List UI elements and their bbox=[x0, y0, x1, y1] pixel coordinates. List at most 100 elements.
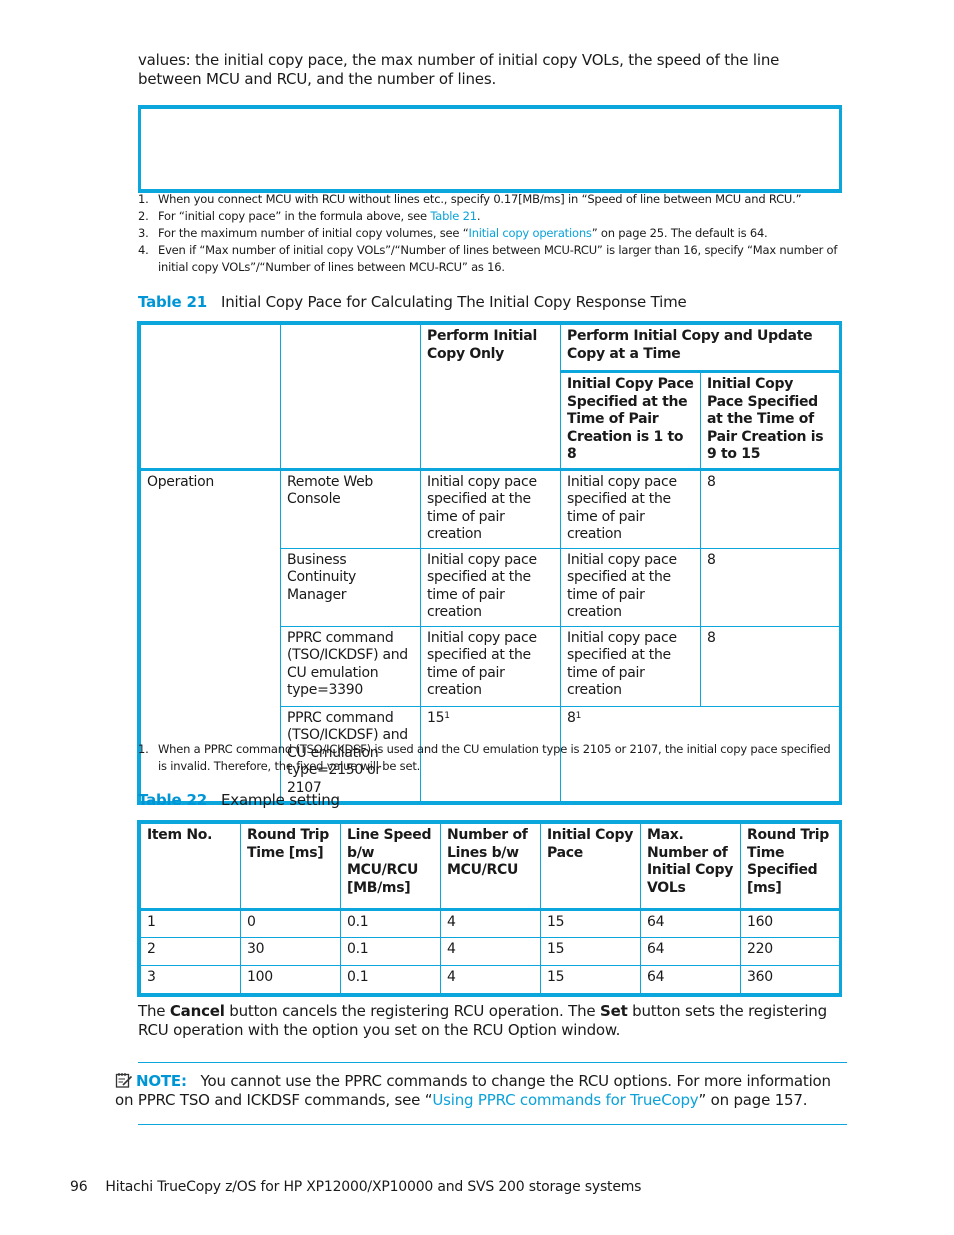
table-row: 3 100 0.1 4 15 64 360 bbox=[140, 965, 840, 994]
table-21-caption: Table 21 Initial Copy Pace for Calculatin… bbox=[138, 293, 687, 312]
footnote-ref: 1 bbox=[575, 710, 582, 721]
col-header-line-speed: Line Speed b/w MCU/RCU [MB/ms] bbox=[340, 823, 441, 911]
note-pad-icon bbox=[115, 1072, 133, 1088]
table-21-title: Initial Copy Pace for Calculating The In… bbox=[220, 293, 687, 311]
set-term: Set bbox=[600, 1002, 628, 1020]
table-row: 1 0 0.1 4 15 64 160 bbox=[140, 909, 840, 938]
intro-paragraph: values: the initial copy pace, the max n… bbox=[138, 51, 780, 88]
text-part: button cancels the registering RCU opera… bbox=[224, 1002, 600, 1020]
footnote-text-part: For “initial copy pace” in the formula a… bbox=[158, 209, 431, 223]
footnote-number: 3. bbox=[138, 226, 149, 240]
cell-method: PPRC command (TSO/ICKDSF) and CU emulati… bbox=[280, 625, 421, 707]
note-label: NOTE: bbox=[136, 1072, 187, 1090]
cell: 15 bbox=[540, 909, 641, 938]
footnote-text: When you connect MCU with RCU without li… bbox=[158, 192, 802, 206]
footnote-number: 1. bbox=[138, 192, 149, 206]
table-21-link[interactable]: Table 21 bbox=[430, 209, 477, 223]
initial-copy-operations-link[interactable]: Initial copy operations bbox=[469, 226, 592, 240]
cancel-term: Cancel bbox=[169, 1002, 225, 1020]
cell-pace-9-15: 8 bbox=[699, 468, 841, 549]
footnote-number: 4. bbox=[138, 243, 149, 257]
cell-initial-only: Initial copy pace specified at the time … bbox=[420, 547, 561, 627]
using-pprc-commands-link[interactable]: Using PPRC commands for TrueCopy bbox=[432, 1091, 698, 1109]
footnote-number: 2. bbox=[138, 209, 149, 223]
table-22-caption: Table 22 Example setting bbox=[138, 791, 340, 810]
table-row: 2 30 0.1 4 15 64 220 bbox=[140, 937, 840, 966]
cell: 30 bbox=[240, 937, 341, 966]
cell: 0.1 bbox=[340, 909, 441, 938]
footnote-item: 2. For “initial copy pace” in the formul… bbox=[138, 208, 838, 225]
footnote-text: For “initial copy pace” in the formula a… bbox=[158, 208, 838, 225]
cell-pace-1-8: Initial copy pace specified at the time … bbox=[560, 625, 701, 707]
cell: 4 bbox=[440, 909, 541, 938]
col-header-item-no: Item No. bbox=[140, 823, 241, 911]
footnote-text: Even if “Max number of initial copy VOLs… bbox=[158, 243, 838, 274]
cell: 0 bbox=[240, 909, 341, 938]
cell: 64 bbox=[640, 965, 741, 994]
page-footer: 96 Hitachi TrueCopy z/OS for HP XP12000/X… bbox=[70, 1179, 641, 1195]
page-number: 96 bbox=[70, 1179, 88, 1195]
cell-value: 8 bbox=[567, 709, 576, 726]
cell: 64 bbox=[640, 937, 741, 966]
header-empty-2 bbox=[280, 324, 421, 471]
cell-initial-only: Initial copy pace specified at the time … bbox=[420, 625, 561, 707]
table-21-footnote: 1. When a PPRC command (TSO/ICKDSF) is u… bbox=[138, 741, 838, 775]
footnote-item: 3. For the maximum number of initial cop… bbox=[138, 225, 838, 242]
note-top-rule bbox=[138, 1062, 847, 1063]
cell: 0.1 bbox=[340, 937, 441, 966]
table-22-title: Example setting bbox=[220, 791, 340, 809]
note-bottom-rule bbox=[138, 1124, 847, 1125]
cell-method: Business Continuity Manager bbox=[280, 547, 421, 627]
footnote-item: 1. When you connect MCU with RCU without… bbox=[138, 191, 838, 208]
formula-footnotes: 1. When you connect MCU with RCU without… bbox=[138, 191, 838, 276]
cell-pace-9-15: 8 bbox=[699, 625, 841, 707]
footnote-text-part: ” on page 25. The default is 64. bbox=[591, 226, 768, 240]
footnote-number: 1. bbox=[138, 742, 149, 756]
footnote-ref: 1 bbox=[444, 710, 450, 721]
cell-value: 15 bbox=[427, 709, 445, 726]
formula-box bbox=[138, 105, 842, 193]
header-initial-and-update: Perform Initial Copy and Update Copy at … bbox=[559, 324, 841, 373]
cell: 4 bbox=[440, 965, 541, 994]
note-block: NOTE: You cannot use the PPRC commands t… bbox=[115, 1072, 848, 1110]
cell-method: Remote Web Console bbox=[280, 468, 421, 549]
footnote-text: When a PPRC command (TSO/ICKDSF) is used… bbox=[158, 742, 831, 773]
table-22: Item No. Round Trip Time [ms] Line Speed… bbox=[137, 820, 842, 997]
text-part: The bbox=[138, 1002, 170, 1020]
cell-initial-only: Initial copy pace specified at the time … bbox=[420, 468, 561, 549]
cell: 220 bbox=[740, 937, 840, 966]
footnote-text-part: For the maximum number of initial copy v… bbox=[158, 226, 469, 240]
note-text-end: ” on page 157. bbox=[698, 1091, 808, 1109]
header-pace-9-to-15: Initial Copy Pace Specified at the Time … bbox=[699, 371, 841, 471]
cell: 100 bbox=[240, 965, 341, 994]
cell-pace-1-8: Initial copy pace specified at the time … bbox=[560, 547, 701, 627]
header-initial-copy-only: Perform Initial Copy Only bbox=[420, 324, 561, 471]
col-header-max-initial-copy-vols: Max. Number of Initial Copy VOLs bbox=[640, 823, 741, 911]
cell: 3 bbox=[140, 965, 241, 994]
footnote-text-part: . bbox=[476, 209, 481, 223]
table-21: Perform Initial Copy Only Perform Initia… bbox=[137, 321, 842, 805]
footnote-item: 4. Even if “Max number of initial copy V… bbox=[138, 242, 838, 276]
table-row: Operation Remote Web Console Initial cop… bbox=[140, 468, 841, 802]
cell: 360 bbox=[740, 965, 840, 994]
footnote-text: For the maximum number of initial copy v… bbox=[158, 225, 838, 242]
cell: 15 bbox=[540, 965, 641, 994]
col-header-number-of-lines: Number of Lines b/w MCU/RCU bbox=[440, 823, 541, 911]
footnote-item: 1. When a PPRC command (TSO/ICKDSF) is u… bbox=[138, 741, 838, 775]
cell: 1 bbox=[140, 909, 241, 938]
cell: 64 bbox=[640, 909, 741, 938]
col-header-initial-copy-pace: Initial Copy Pace bbox=[540, 823, 641, 911]
cell: 2 bbox=[140, 937, 241, 966]
header-pace-1-to-8: Initial Copy Pace Specified at the Time … bbox=[560, 371, 701, 471]
cell-pace-1-8: Initial copy pace specified at the time … bbox=[560, 468, 701, 549]
buttons-description: The Cancel button cancels the registerin… bbox=[138, 1002, 848, 1040]
col-header-round-trip-time: Round Trip Time [ms] bbox=[240, 823, 341, 911]
cell: 0.1 bbox=[340, 965, 441, 994]
header-empty-1 bbox=[140, 324, 281, 471]
table-21-label: Table 21 bbox=[138, 293, 207, 311]
cell: 4 bbox=[440, 937, 541, 966]
document-title: Hitachi TrueCopy z/OS for HP XP12000/XP1… bbox=[105, 1179, 642, 1195]
table-22-label: Table 22 bbox=[138, 791, 207, 809]
cell-pace-9-15: 8 bbox=[699, 547, 841, 627]
cell: 15 bbox=[540, 937, 641, 966]
